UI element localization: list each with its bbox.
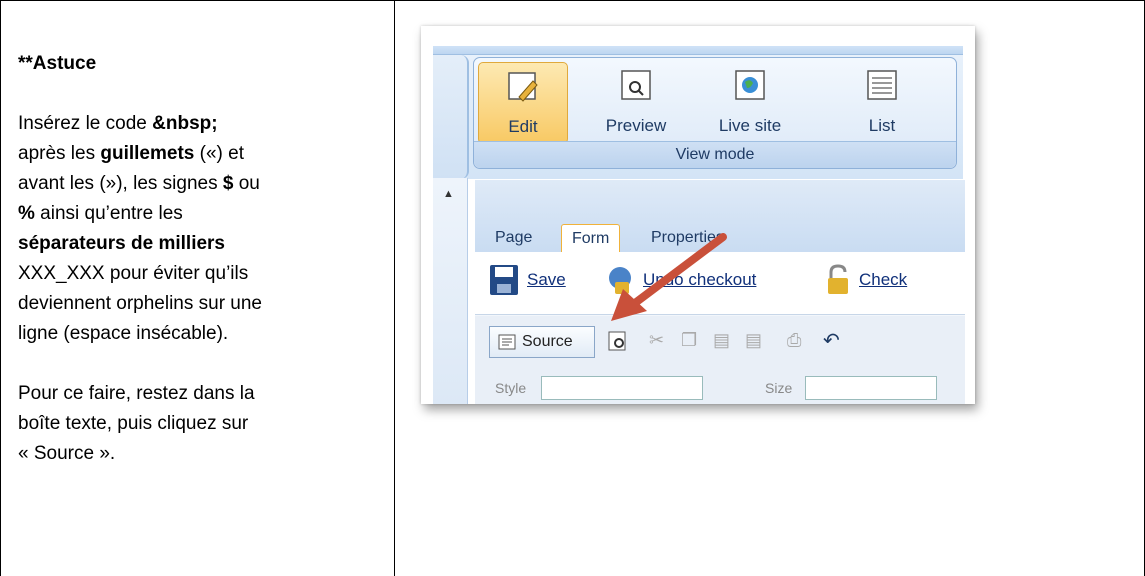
tip-line-2: après les guillemets («) et [18, 143, 244, 164]
source-button[interactable]: Source [489, 326, 595, 358]
tip-title: **Astuce [18, 53, 97, 74]
table-border-left [0, 0, 1, 576]
preview-doc-icon[interactable] [607, 330, 629, 357]
table-border-top [0, 0, 1145, 1]
preview-button[interactable]: Preview [592, 62, 680, 142]
tip-cell: **Astuce Insérez le code &nbsp; après le… [18, 49, 390, 469]
view-mode-group: Edit Preview Live site List View mode [473, 57, 957, 169]
tip-line-11: « Source ». [18, 443, 116, 464]
tab-page[interactable]: Page [485, 224, 542, 252]
left-rail: ▲ [433, 178, 468, 404]
ribbon: Edit Preview Live site List View mode [433, 54, 963, 179]
preview-icon [621, 70, 651, 100]
paste-text-icon[interactable]: ▤ [745, 330, 762, 351]
tip-line-3: avant les (»), les signes $ ou [18, 173, 260, 194]
globe-icon [735, 70, 765, 100]
source-label: Source [522, 333, 573, 350]
view-mode-title: View mode [474, 141, 956, 168]
save-icon [490, 265, 518, 295]
tip-line-4: % ainsi qu’entre les [18, 203, 183, 224]
size-select[interactable] [805, 376, 937, 400]
save-link[interactable]: Save [527, 270, 566, 290]
tip-line-9: Pour ce faire, restez dans la [18, 383, 255, 404]
source-icon [498, 334, 516, 350]
list-label: List [868, 116, 896, 135]
list-icon [867, 70, 897, 100]
undo-icon[interactable]: ↶ [823, 328, 840, 353]
check-in-link[interactable]: Check [859, 270, 907, 290]
tip-line-6: XXX_XXX pour éviter qu’ils [18, 263, 249, 284]
style-label: Style [495, 380, 527, 396]
print-icon[interactable]: ⎙ [787, 330, 801, 351]
tip-line-1: Insérez le code &nbsp; [18, 113, 218, 134]
preview-label: Preview [605, 116, 667, 135]
ribbon-left-cap [433, 55, 469, 179]
style-select[interactable] [541, 376, 703, 400]
table-column-divider [394, 0, 395, 576]
red-arrow-annotation [611, 233, 727, 321]
tip-line-5: séparateurs de milliers [18, 233, 225, 254]
size-label: Size [765, 380, 793, 396]
cut-icon[interactable]: ✂ [649, 330, 664, 351]
edit-icon [508, 72, 538, 102]
format-toolbar: Style Size [475, 370, 965, 404]
lock-icon [828, 264, 848, 294]
edit-button[interactable]: Edit [478, 62, 568, 144]
live-site-label: Live site [718, 116, 782, 135]
editor-screenshot: Edit Preview Live site List View mode ▲ … [421, 26, 975, 404]
list-button[interactable]: List [838, 62, 926, 142]
edit-label: Edit [508, 117, 538, 136]
tip-line-10: boîte texte, puis cliquez sur [18, 413, 249, 434]
live-site-button[interactable]: Live site [706, 62, 794, 142]
collapse-arrow-icon[interactable]: ▲ [443, 188, 454, 200]
paste-icon[interactable]: ▤ [713, 330, 730, 351]
copy-icon[interactable]: ❐ [681, 330, 697, 351]
tip-line-7: deviennent orphelins sur une [18, 293, 263, 314]
tip-line-8: ligne (espace insécable). [18, 323, 229, 344]
